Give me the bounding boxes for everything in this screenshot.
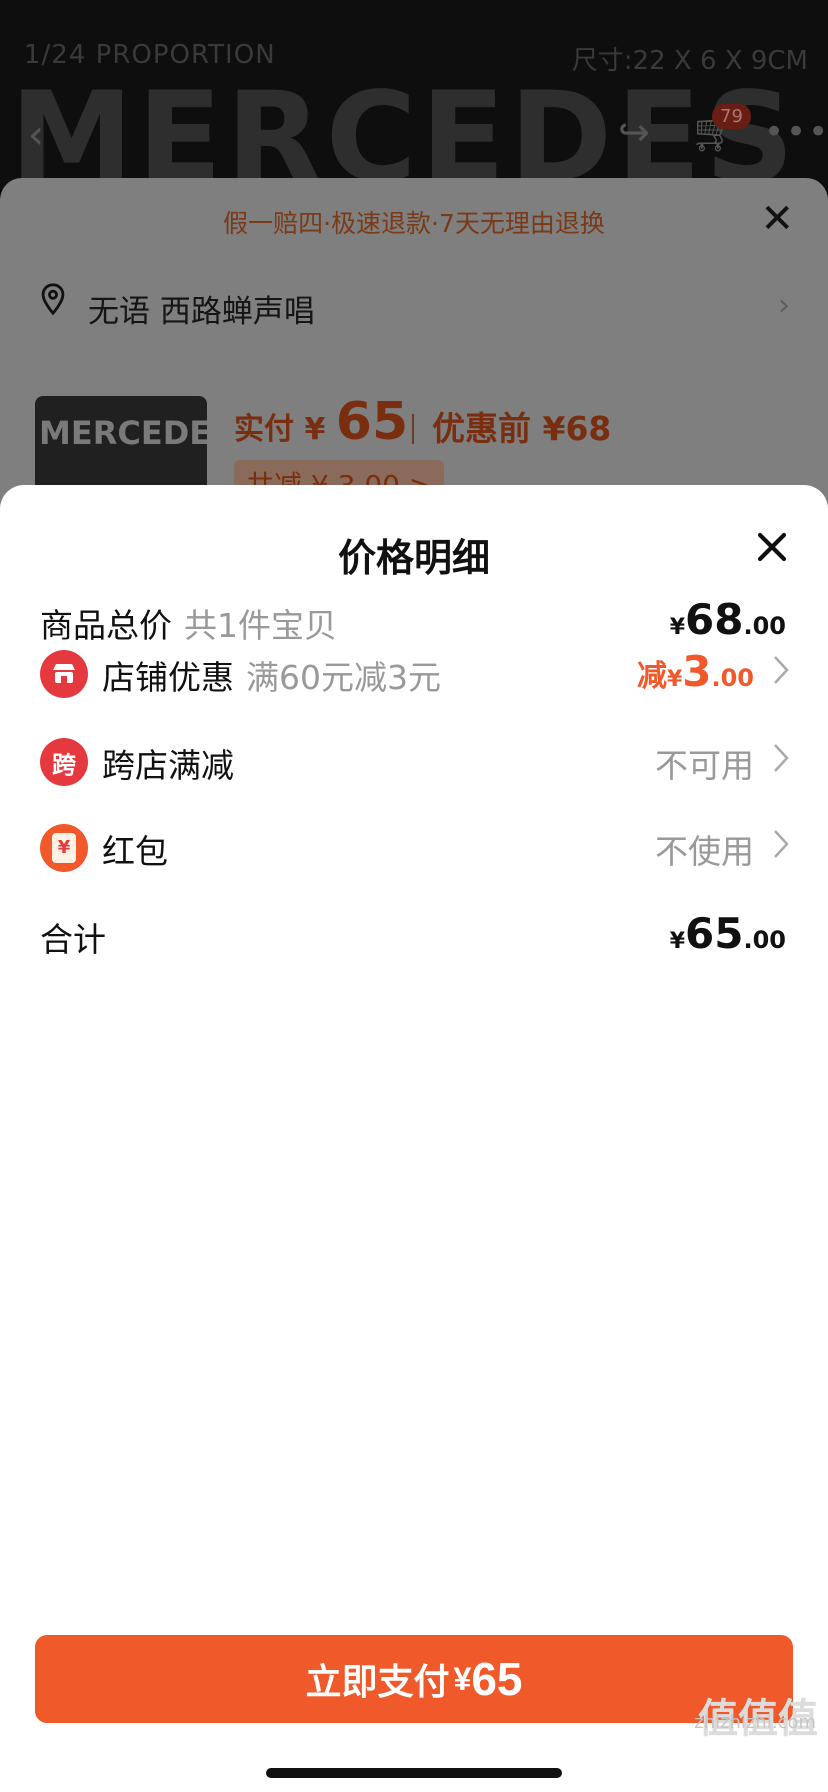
red-packet-icon: ¥	[40, 824, 88, 872]
amount-decimal: .00	[711, 664, 754, 692]
guarantee-banner: 假一赔四·极速退款·7天无理由退换	[223, 209, 605, 238]
back-icon[interactable]: ‹	[28, 112, 44, 158]
paid-price: 实付 ¥ 65	[234, 392, 408, 452]
pay-now-amount: 65	[471, 1653, 523, 1705]
store-discount-amount: 减¥3.00	[637, 647, 754, 696]
price-detail-modal: 价格明细 商品总价 共1件宝贝 ¥68.00 店铺优惠 满60元减3元 减¥3.00	[0, 485, 828, 1792]
amount-integer: 65	[685, 909, 744, 958]
home-indicator[interactable]	[266, 1768, 562, 1778]
paid-price-amount: 65	[335, 392, 409, 452]
paid-price-label: 实付 ¥	[234, 412, 326, 447]
thumbnail-brand-word: MERCEDES	[39, 414, 207, 452]
watermark-text: zhizhizhi.com	[694, 1712, 816, 1733]
total-amount: ¥65.00	[670, 909, 786, 958]
total-row: 合计 ¥65.00	[0, 899, 828, 969]
discount-prefix: 减	[636, 659, 667, 694]
store-discount-title: 店铺优惠	[102, 658, 234, 697]
total-label: 合计	[40, 920, 106, 959]
pay-now-label: 立即支付	[305, 1661, 450, 1702]
share-icon[interactable]: ↪	[618, 110, 650, 154]
hero-brand-word: MERCEDES	[10, 66, 799, 190]
order-sheet: 假一赔四·极速退款·7天无理由退换 ✕ 无语 西路蝉声唱 › MERCEDES …	[0, 178, 828, 536]
shipping-address[interactable]: 无语 西路蝉声唱	[88, 286, 315, 331]
cross-store-discount-row[interactable]: 跨 跨店满减 不可用	[0, 725, 828, 795]
currency-symbol: ¥	[666, 667, 683, 692]
cross-store-status: 不可用	[655, 746, 754, 785]
location-pin-icon	[41, 283, 65, 316]
modal-title: 价格明细	[337, 536, 490, 580]
chevron-right-icon	[774, 656, 789, 684]
chevron-right-icon	[774, 830, 789, 858]
pay-now-currency: ¥	[453, 1660, 472, 1697]
sheet-close-icon[interactable]: ✕	[760, 196, 794, 242]
address-chevron-icon: ›	[778, 288, 790, 323]
cross-store-icon: 跨	[40, 738, 88, 786]
more-icon[interactable]: •••	[764, 112, 828, 152]
currency-symbol: ¥	[669, 929, 686, 954]
amount-integer: 3	[682, 647, 712, 696]
red-packet-row[interactable]: ¥ 红包 不使用	[0, 811, 828, 881]
amount-decimal: .00	[743, 926, 786, 954]
price-divider	[412, 414, 414, 444]
store-icon	[40, 650, 88, 698]
red-packet-label: 红包	[102, 832, 168, 871]
chevron-right-icon	[774, 744, 789, 772]
red-packet-status: 不使用	[655, 832, 754, 871]
close-icon[interactable]	[754, 529, 790, 565]
red-packet-glyph: ¥	[52, 833, 76, 863]
store-discount-row[interactable]: 店铺优惠 满60元减3元 减¥3.00	[0, 637, 828, 707]
amount-decimal: .00	[743, 612, 786, 640]
store-discount-label: 店铺优惠 满60元减3元	[102, 651, 441, 699]
pay-now-button[interactable]: 立即支付 ¥ 65	[35, 1635, 793, 1723]
original-price: 优惠前 ¥68	[432, 409, 612, 448]
cross-store-label: 跨店满减	[102, 746, 234, 785]
product-hero: 1/24 PROPORTION 尺寸:22 X 6 X 9CM MERCEDES…	[0, 0, 828, 190]
store-discount-rule: 满60元减3元	[246, 658, 441, 697]
cart-badge: 79	[712, 104, 751, 129]
